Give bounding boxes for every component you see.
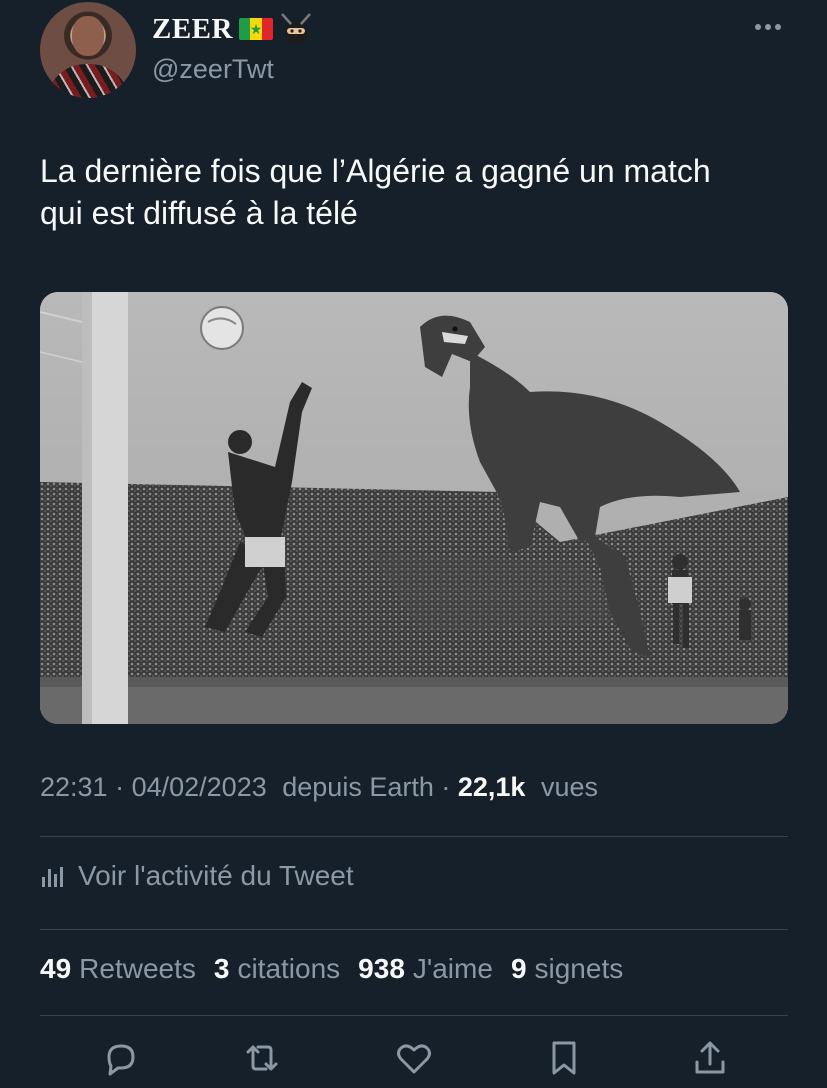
retweets-stat[interactable]: 49 Retweets <box>40 953 196 985</box>
tweet-detail: ZEER ★ @zeerTwt La dernière fois que l’A… <box>0 0 827 1088</box>
bookmarks-stat[interactable]: 9 signets <box>511 953 623 985</box>
reply-icon <box>107 1044 135 1076</box>
activity-label: Voir l'activité du Tweet <box>78 860 354 891</box>
avatar-shirt <box>46 64 130 98</box>
tweet-text-line-2: qui est diffusé à la télé <box>40 195 358 231</box>
share-button[interactable] <box>688 1036 732 1080</box>
views-count: 22,1k <box>457 772 526 802</box>
divider <box>40 1015 788 1016</box>
likes-stat[interactable]: 938 J'aime <box>358 953 493 985</box>
tweet-activity-link[interactable]: Voir l'activité du Tweet <box>40 860 354 892</box>
divider <box>40 836 788 837</box>
meta-separator: · <box>441 772 458 802</box>
avatar[interactable] <box>40 2 136 98</box>
tweet-time[interactable]: 22:31 <box>40 772 108 802</box>
bookmark-icon <box>552 1041 576 1075</box>
retweet-icon <box>246 1045 278 1071</box>
photo-illustration <box>40 292 788 724</box>
retweet-button[interactable] <box>240 1036 284 1080</box>
analytics-icon <box>42 867 63 887</box>
views-label: vues <box>540 772 599 802</box>
avatar-face <box>72 16 104 56</box>
tweet-source: depuis Earth <box>282 772 434 802</box>
display-name-row[interactable]: ZEER ★ <box>152 12 313 46</box>
meta-separator: · <box>115 772 132 802</box>
display-name[interactable]: ZEER <box>152 13 233 46</box>
senegal-flag-icon: ★ <box>238 18 273 40</box>
action-bar <box>40 1036 788 1086</box>
reply-button[interactable] <box>98 1036 142 1080</box>
like-icon <box>397 1044 431 1074</box>
share-icon <box>695 1041 725 1074</box>
quotes-stat[interactable]: 3 citations <box>214 953 340 985</box>
tweet-meta: 22:31 · 04/02/2023 depuis Earth · 22,1k … <box>40 772 598 803</box>
bookmark-button[interactable] <box>542 1036 586 1080</box>
divider <box>40 929 788 930</box>
ninja-icon <box>281 13 311 44</box>
tweet-date[interactable]: 04/02/2023 <box>132 772 267 802</box>
tweet-photo[interactable] <box>40 292 788 724</box>
user-handle[interactable]: @zeerTwt <box>152 54 274 85</box>
tweet-text-line-1: La dernière fois que l’Algérie a gagné u… <box>40 153 711 189</box>
tweet-text: La dernière fois que l’Algérie a gagné u… <box>40 150 800 234</box>
like-button[interactable] <box>392 1036 436 1080</box>
more-options-icon[interactable] <box>748 12 788 42</box>
engagement-stats: 49 Retweets 3 citations 938 J'aime 9 signets <box>40 953 623 985</box>
